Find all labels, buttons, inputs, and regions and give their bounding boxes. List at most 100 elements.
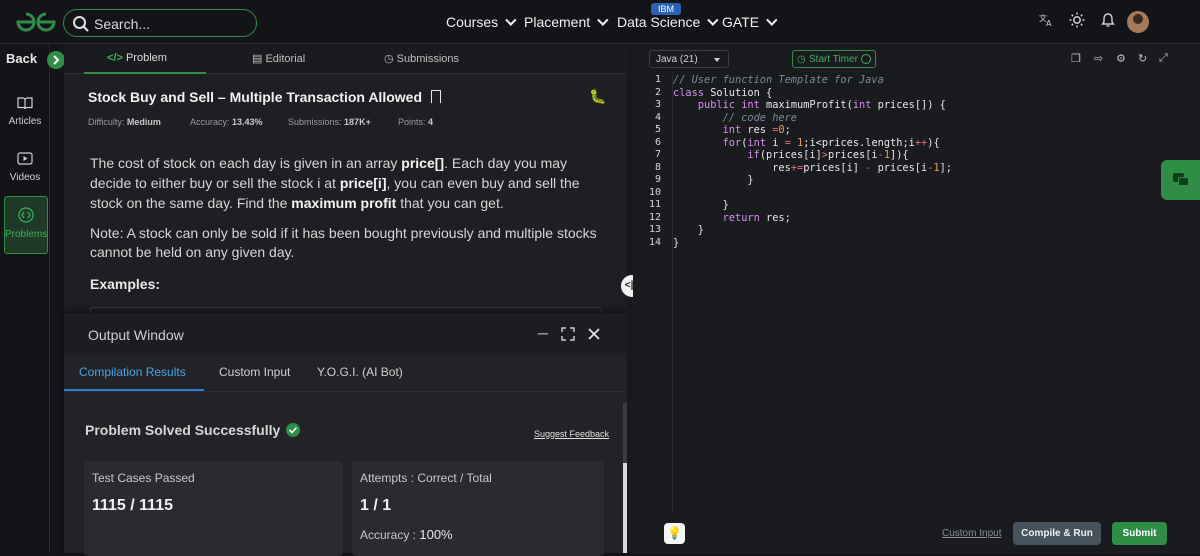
line-number: 9 (654, 174, 661, 185)
problem-title: Stock Buy and Sell – Multiple Transactio… (88, 89, 422, 105)
custom-input-link[interactable]: Custom Input (942, 528, 1001, 539)
tab-compilation-results[interactable]: Compilation Results (79, 365, 186, 379)
chat-icon-back (1178, 177, 1189, 186)
line-number: 14 (648, 236, 661, 248)
chat-button[interactable] (1161, 160, 1200, 200)
bookmark-icon[interactable] (431, 90, 441, 103)
code-line: class Solution { (673, 87, 1173, 100)
tab-problem-label: Problem (125, 52, 167, 64)
start-timer-button[interactable]: ◷ Start Timer (792, 50, 876, 68)
back-button[interactable]: Back (0, 44, 66, 74)
line-number: 4 (654, 111, 661, 123)
status-message: Problem Solved Successfully (85, 422, 301, 438)
chevron-right-icon[interactable] (47, 51, 65, 69)
code-token: (prices[i] (759, 149, 822, 161)
bell-icon[interactable] (1098, 12, 1118, 32)
chevron-down-icon (714, 58, 720, 62)
code-token: for (722, 136, 742, 149)
code-token: // User function Template for Java (673, 74, 884, 86)
language-value: Java (21) (656, 54, 698, 65)
line-number: 13 (648, 224, 661, 235)
back-label: Back (6, 51, 38, 66)
code-token: i (766, 136, 785, 149)
problem-description: The cost of stock on each day is given i… (90, 153, 600, 213)
accuracy: Accuracy: 13.43% (190, 117, 263, 127)
line-number: 2 (654, 86, 661, 98)
sidebar-item-problems[interactable]: Problems (4, 196, 48, 254)
code-line: if(prices[i]>prices[i-1]){ (673, 149, 1173, 162)
output-title: Output Window (88, 327, 184, 343)
nav-courses[interactable]: Courses (446, 14, 517, 30)
theme-toggle-icon[interactable] (1067, 12, 1087, 32)
code-line: int res =0; (673, 124, 1173, 137)
tab-submissions[interactable]: ◷ Submissions (384, 52, 459, 65)
avatar[interactable] (1127, 11, 1149, 33)
attempts-card: Attempts : Correct / Total 1 / 1 Accurac… (352, 461, 604, 556)
active-tab-indicator (84, 72, 206, 74)
tab-yogi-bot[interactable]: Y.O.G.I. (AI Bot) (317, 365, 403, 379)
code-token: Solution { (704, 86, 773, 99)
language-select[interactable]: Java (21) (649, 50, 729, 68)
chevron-down-icon (707, 14, 719, 26)
points-value: 4 (428, 117, 434, 127)
nav-data-science[interactable]: Data Science (617, 14, 719, 30)
code-token: class (673, 86, 704, 99)
code-icon (18, 207, 34, 223)
sidebar-item-articles[interactable]: Articles (0, 96, 50, 127)
desc-bold: maximum profit (291, 195, 397, 211)
submit-button[interactable]: Submit (1112, 522, 1167, 545)
code-token: res (673, 161, 791, 174)
line-number: 10 (648, 186, 661, 198)
accuracy-row: Accuracy : 100% (360, 527, 453, 542)
difficulty-label: Difficulty: (88, 117, 125, 127)
translate-icon[interactable]: 文A (1036, 12, 1056, 32)
lightbulb-icon[interactable]: 💡 (664, 523, 685, 544)
code-line: public int maximumProfit(int prices[]) { (673, 99, 1173, 112)
code-token: prices[i (828, 149, 878, 161)
fullscreen-icon[interactable]: ⤢ (1159, 52, 1168, 65)
search-bar[interactable]: Search... (63, 9, 257, 37)
left-sidebar: Back Articles Videos Problems (0, 44, 65, 553)
bug-icon[interactable]: 🐛 (589, 88, 606, 105)
suggest-feedback-link[interactable]: Suggest Feedback (534, 429, 609, 439)
code-line: for(int i = 1;i<prices.length;i++){ (673, 137, 1173, 150)
code-token: int (852, 99, 872, 111)
examples-heading: Examples: (90, 276, 161, 292)
code-token: ++ (914, 136, 928, 149)
code-icon: </> (107, 52, 126, 64)
close-icon[interactable] (587, 327, 601, 344)
code-token: prices[]) { (871, 99, 946, 111)
expand-icon[interactable] (561, 327, 575, 344)
copy-icon[interactable]: ❐ (1071, 52, 1081, 65)
tab-editorial[interactable]: ▤ Editorial (252, 52, 305, 65)
code-area[interactable]: // User function Template for Java class … (673, 74, 1173, 249)
gfg-logo[interactable] (14, 11, 56, 33)
code-token: ;i<prices.length;i (803, 136, 915, 149)
nav-gate[interactable]: GATE (722, 14, 778, 30)
tab-problem[interactable]: </> Problem (107, 52, 167, 64)
code-token: prices[i] (803, 161, 866, 174)
document-icon: ▤ (252, 53, 266, 65)
settings-icon[interactable]: ⚙ (1116, 52, 1126, 65)
desc-text: that you can get. (396, 195, 504, 211)
tab-custom-input[interactable]: Custom Input (219, 365, 290, 379)
sidebar-item-videos[interactable]: Videos (0, 152, 50, 183)
reset-icon[interactable]: ↻ (1138, 52, 1147, 65)
desc-bold: price[i] (339, 175, 387, 191)
nav-placement[interactable]: Placement (524, 14, 609, 30)
output-header: Output Window ─ (64, 313, 628, 353)
code-line: // code here (673, 112, 1173, 125)
export-icon[interactable]: ⇨ (1094, 52, 1103, 65)
test-cases-card: Test Cases Passed 1115 / 1115 (84, 461, 343, 556)
timer-label: Start Timer (809, 54, 858, 65)
code-line: } (673, 199, 1173, 212)
compile-run-button[interactable]: Compile & Run (1013, 522, 1101, 545)
minimize-icon[interactable]: ─ (538, 325, 548, 341)
points: Points: 4 (398, 117, 433, 127)
book-icon (17, 97, 33, 110)
code-token: int (722, 124, 742, 136)
